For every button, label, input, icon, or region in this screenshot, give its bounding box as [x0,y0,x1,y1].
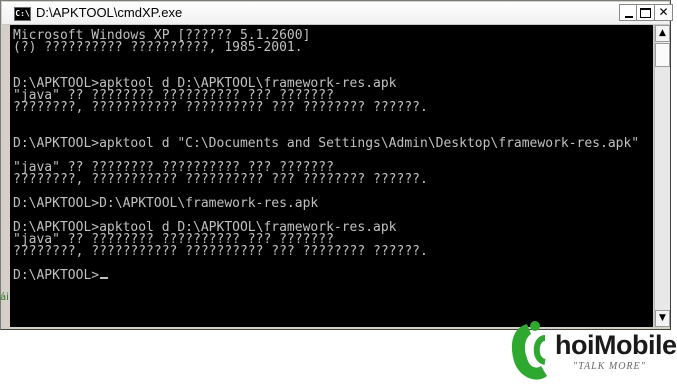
window-title: D:\APKTOOL\cmdXP.exe [36,5,183,20]
background-window-edge: ái [0,292,9,303]
console-output[interactable]: Microsoft Windows XP [?????? 5.1.2600] (?… [10,25,653,327]
console-line: ????????, ??????????? ?????????? ??? ???… [13,244,428,259]
title-bar[interactable]: C:\ D:\APKTOOL\cmdXP.exe ✕ [2,2,673,25]
vertical-scrollbar[interactable]: ▲ ▼ [654,25,670,327]
console-line: ????????, ??????????? ?????????? ??? ???… [13,172,428,187]
phone-handset-icon [511,324,547,380]
console-line: D:\APKTOOL> [13,269,109,282]
scroll-thumb[interactable] [655,43,670,67]
logo-slogan: "TALK MORE" [573,361,646,372]
console-line: D:\APKTOOL>D:\APKTOOL\framework-res.apk [13,196,319,211]
scroll-up-button[interactable]: ▲ [655,25,670,42]
console-window: C:\ D:\APKTOOL\cmdXP.exe ✕ Microsoft Win… [0,0,673,330]
logo-brand-text: hoiMobile [555,330,677,360]
logo-c-icon [533,335,547,365]
logo-dot-icon [530,321,540,331]
console-app-icon[interactable]: C:\ [14,7,31,21]
close-button[interactable]: ✕ [654,4,673,21]
maximize-button[interactable] [636,4,655,21]
minimize-icon [624,16,633,18]
close-icon: ✕ [658,5,669,19]
console-line: (?) ?????????? ??????????, 1985-2001. [13,40,303,55]
maximize-icon [640,8,651,18]
console-line: D:\APKTOOL>apktool d "C:\Documents and S… [13,136,640,151]
arrow-up-icon: ▲ [659,28,666,38]
text-cursor [100,277,109,279]
console-line: ????????, ??????????? ?????????? ??? ???… [13,100,428,115]
